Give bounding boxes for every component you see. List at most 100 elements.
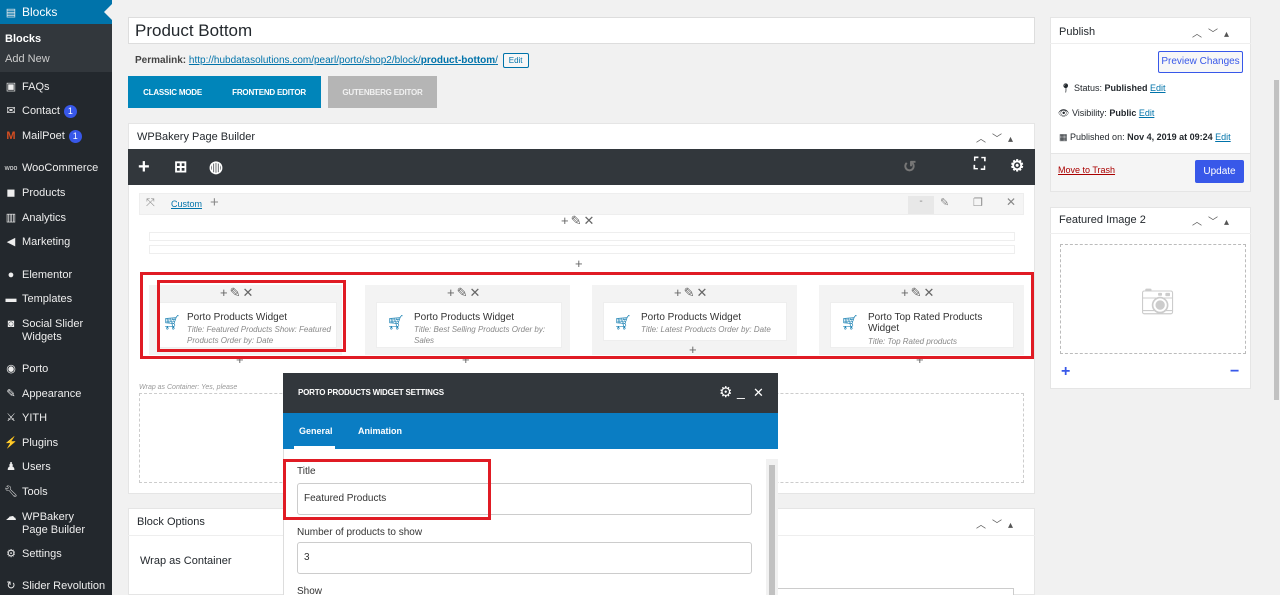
sidebar-item-appearance[interactable]: ✎ Appearance	[0, 388, 112, 401]
mailpoet-icon: M	[6, 129, 16, 142]
modal-title: PORTO PRODUCTS WIDGET SETTINGS	[298, 388, 444, 397]
eye-icon: 👁︎	[1058, 108, 1070, 118]
visibility-edit-link[interactable]: Edit	[1139, 108, 1155, 118]
published-edit-link[interactable]: Edit	[1215, 132, 1231, 142]
megaphone-icon: ◀	[6, 235, 16, 248]
minimize-icon[interactable]: _	[737, 383, 745, 399]
gutenberg-editor-button[interactable]: GUTENBERG EDITOR	[328, 76, 437, 108]
permalink-link[interactable]: http://hubdatasolutions.com/pearl/porto/…	[189, 55, 498, 66]
status-row: 📍︎ Status: Published Edit	[1060, 83, 1166, 93]
permalink: Permalink: http://hubdatasolutions.com/p…	[135, 53, 529, 68]
sidebar-item-marketing[interactable]: ◀ Marketing	[0, 236, 112, 249]
edit-row-icon[interactable]: ✎	[940, 196, 949, 209]
sidebar-item-contact[interactable]: ✉ Contact 1	[0, 105, 112, 118]
post-title-input[interactable]: Product Bottom	[128, 17, 1035, 44]
publish-panel-controls[interactable]: ︿﹀▴	[1192, 25, 1235, 40]
classic-mode-button[interactable]: CLASSIC MODE	[143, 88, 202, 97]
submenu-blocks[interactable]: Blocks	[5, 33, 41, 45]
fullscreen-icon[interactable]: ⛶	[974, 156, 985, 174]
layout-icon[interactable]: ⊞	[174, 157, 187, 177]
sidebar-item-settings[interactable]: ⚙ Settings	[0, 548, 112, 561]
first-widget-highlight	[157, 280, 346, 352]
modal-tabs: General Animation	[283, 413, 778, 449]
settings-gear-icon[interactable]: ⚙	[1010, 156, 1024, 176]
sidebar-item-elementor[interactable]: ● Elementor	[0, 269, 112, 282]
preview-changes-button[interactable]: Preview Changes	[1158, 51, 1243, 73]
add-element-icon[interactable]: +	[138, 156, 150, 179]
porto-icon: ◉	[6, 362, 16, 375]
calendar-icon: ▦	[1059, 132, 1068, 142]
delete-row-icon[interactable]: ✕	[1006, 195, 1016, 209]
first-row-controls[interactable]: +✎✕	[561, 213, 596, 229]
sidebar-item-analytics[interactable]: ▥ Analytics	[0, 212, 112, 225]
wpbakery-panel-controls[interactable]: ︿﹀▴	[976, 130, 1019, 145]
woocommerce-icon: woo	[4, 164, 18, 172]
submenu-add-new[interactable]: Add New	[5, 53, 50, 65]
sidebar-submenu: Blocks Add New	[0, 24, 112, 72]
sidebar-item-products[interactable]: ◼ Products	[0, 187, 112, 200]
undo-icon[interactable]: ↺	[903, 157, 916, 177]
close-icon[interactable]: ✕	[753, 385, 764, 401]
products-icon: ◼	[6, 186, 16, 199]
featured-image-dropzone[interactable]: 📷︎	[1060, 244, 1246, 354]
add-featured-image-icon[interactable]: +	[1061, 363, 1070, 381]
plugin-icon: ⚡	[4, 436, 18, 449]
add-column-icon[interactable]: +	[210, 194, 219, 211]
move-to-trash-link[interactable]: Move to Trash	[1058, 165, 1115, 175]
faq-icon: ▣	[5, 80, 17, 93]
modal-scrollbar-track[interactable]	[766, 459, 778, 595]
settings-icon: ⚙	[6, 547, 16, 560]
sidebar-item-woocommerce[interactable]: woo WooCommerce	[0, 162, 112, 175]
wpbakery-toolbar: + ⊞ ◍ ↺ ⛶ ⚙	[128, 149, 1035, 185]
sidebar-item-blocks[interactable]: ▤ Blocks	[0, 0, 112, 24]
frontend-editor-button[interactable]: FRONTEND EDITOR	[232, 88, 306, 97]
status-edit-link[interactable]: Edit	[1150, 83, 1166, 93]
mailpoet-badge: 1	[68, 130, 82, 143]
publish-title: Publish	[1059, 26, 1096, 38]
count-field-label: Number of products to show	[297, 527, 423, 538]
sidebar-item-wpbakery[interactable]: ☁ WPBakery Page Builder	[0, 511, 100, 537]
visibility-row: 👁︎ Visibility: Public Edit	[1058, 108, 1155, 118]
collapse-row-icon[interactable]: -	[908, 196, 934, 214]
sidebar-item-social-slider[interactable]: ◙ Social Slider Widgets	[0, 318, 90, 344]
users-icon: ♟	[6, 460, 16, 473]
templates-icon[interactable]: ◍	[209, 157, 223, 177]
yith-icon: ⚔	[6, 411, 16, 424]
move-row-icon[interactable]: ⤧	[146, 197, 155, 210]
sidebar-item-slider-revolution[interactable]: ↻ Slider Revolution	[0, 580, 112, 593]
wrap-container-select[interactable]	[777, 588, 1014, 595]
divider	[1050, 43, 1251, 44]
elementor-icon: ●	[7, 268, 15, 281]
page-scrollbar-thumb[interactable]	[1274, 80, 1279, 400]
brush-icon: ✎	[6, 387, 16, 400]
sidebar-item-tools[interactable]: 🔧︎ Tools	[0, 486, 112, 499]
sidebar-item-faqs[interactable]: ▣ FAQs	[0, 81, 112, 94]
tab-general[interactable]: General	[299, 426, 333, 436]
permalink-edit-button[interactable]: Edit	[502, 53, 529, 68]
modal-scrollbar-thumb[interactable]	[769, 465, 775, 595]
add-below-icon[interactable]: +	[575, 256, 585, 271]
analytics-icon: ▥	[5, 211, 17, 224]
tab-animation[interactable]: Animation	[358, 426, 402, 436]
clone-row-icon[interactable]: ❐	[973, 196, 983, 209]
update-button[interactable]: Update	[1195, 160, 1244, 183]
sidebar-item-mailpoet[interactable]: M MailPoet 1	[0, 130, 112, 143]
active-arrow	[104, 4, 112, 20]
featured-image-controls[interactable]: ︿﹀▴	[1192, 213, 1235, 228]
remove-featured-image-icon[interactable]: −	[1230, 363, 1239, 381]
count-field-input[interactable]: 3	[297, 542, 752, 574]
sidebar-item-users[interactable]: ♟ Users	[0, 461, 112, 474]
sidebar-item-templates[interactable]: ▬ Templates	[0, 293, 112, 306]
sidebar-item-porto[interactable]: ◉ Porto	[0, 363, 112, 376]
modal-settings-icon[interactable]: ⚙	[719, 383, 732, 401]
blocks-icon: ▤	[5, 6, 17, 19]
wrap-note: Wrap as Container: Yes, please	[139, 384, 238, 391]
page-scrollbar-track[interactable]	[1273, 0, 1280, 595]
block-options-controls[interactable]: ︿﹀▴	[976, 516, 1019, 531]
sidebar-item-plugins[interactable]: ⚡ Plugins	[0, 437, 112, 450]
mode-button-group: CLASSIC MODE FRONTEND EDITOR	[128, 76, 321, 108]
wrap-container-label: Wrap as Container	[140, 555, 232, 567]
sidebar-item-yith[interactable]: ⚔ YITH	[0, 412, 112, 425]
custom-layout-link[interactable]: Custom	[171, 199, 202, 209]
folder-icon: ▬	[5, 292, 17, 305]
